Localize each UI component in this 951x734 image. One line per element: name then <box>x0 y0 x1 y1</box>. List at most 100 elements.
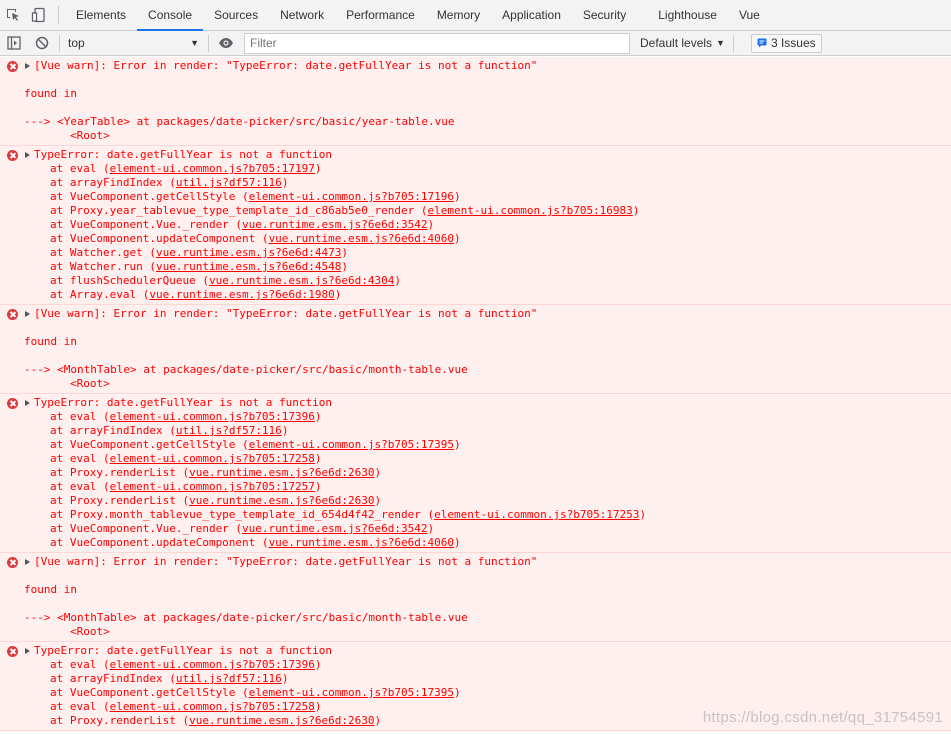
stack-frame: at VueComponent.getCellStyle (element-ui… <box>50 686 461 699</box>
tab-security[interactable]: Security <box>572 0 637 30</box>
error-icon <box>7 309 18 320</box>
devtools-tabbar: Elements Console Sources Network Performance… <box>0 0 951 31</box>
message-text: [Vue warn]: Error in render: "TypeError:… <box>34 307 538 320</box>
divider <box>732 34 734 52</box>
divider <box>208 34 209 52</box>
filter-input[interactable]: Filter <box>244 32 630 54</box>
message-text: TypeError: date.getFullYear is not a fun… <box>34 148 333 161</box>
stack-frame: at VueComponent.updateComponent (vue.run… <box>50 232 461 245</box>
source-link[interactable]: element-ui.common.js?b705:17253 <box>434 508 639 521</box>
stack-function: at VueComponent.getCellStyle <box>50 438 236 451</box>
stack-function: at Proxy.renderList <box>50 714 176 727</box>
stack-frame: at Proxy.month_tablevue_type_template_id… <box>50 508 647 521</box>
stack-function: at arrayFindIndex <box>50 672 163 685</box>
inspect-element-icon[interactable] <box>0 0 26 30</box>
error-icon <box>7 557 18 568</box>
source-link[interactable]: vue.runtime.esm.js?6e6d:2630 <box>189 714 374 727</box>
source-link[interactable]: element-ui.common.js?b705:17396 <box>110 410 315 423</box>
source-link[interactable]: element-ui.common.js?b705:17257 <box>110 480 315 493</box>
source-link[interactable]: vue.runtime.esm.js?6e6d:4548 <box>156 260 341 273</box>
stack-frame: at eval (element-ui.common.js?b705:17197… <box>50 162 322 175</box>
live-expression-eye-icon[interactable] <box>212 31 240 56</box>
tab-vue[interactable]: Vue <box>728 0 771 30</box>
source-link[interactable]: vue.runtime.esm.js?6e6d:4060 <box>269 536 454 549</box>
source-link[interactable]: vue.runtime.esm.js?6e6d:3542 <box>242 522 427 535</box>
stack-function: at eval <box>50 162 97 175</box>
stack-function: at Watcher.get <box>50 246 143 259</box>
stack-function: at eval <box>50 452 97 465</box>
source-link[interactable]: element-ui.common.js?b705:17395 <box>249 686 454 699</box>
stack-frame: at Proxy.renderList (vue.runtime.esm.js?… <box>50 494 382 507</box>
source-link[interactable]: vue.runtime.esm.js?6e6d:4304 <box>209 274 394 287</box>
issue-message-icon <box>757 38 767 48</box>
tab-lighthouse[interactable]: Lighthouse <box>647 0 728 30</box>
source-link[interactable]: vue.runtime.esm.js?6e6d:2630 <box>189 466 374 479</box>
expand-caret-icon[interactable] <box>25 152 30 158</box>
expand-caret-icon[interactable] <box>25 648 30 654</box>
stack-function: at eval <box>50 700 97 713</box>
source-link[interactable]: element-ui.common.js?b705:17258 <box>110 452 315 465</box>
error-icon <box>7 150 18 161</box>
stack-frame: at Proxy.year_tablevue_type_template_id_… <box>50 204 640 217</box>
expand-caret-icon[interactable] <box>25 559 30 565</box>
source-link[interactable]: util.js?df57:116 <box>176 176 282 189</box>
tab-memory[interactable]: Memory <box>426 0 491 30</box>
tab-network[interactable]: Network <box>269 0 335 30</box>
tab-sources[interactable]: Sources <box>203 0 269 30</box>
levels-label: Default levels <box>640 36 713 50</box>
clear-console-icon[interactable] <box>28 31 56 56</box>
error-icon <box>7 646 18 657</box>
stack-frame: at arrayFindIndex (util.js?df57:116) <box>50 672 289 685</box>
stack-frame: at VueComponent.Vue._render (vue.runtime… <box>50 218 435 231</box>
source-link[interactable]: vue.runtime.esm.js?6e6d:4473 <box>156 246 341 259</box>
stack-frame: at Proxy.renderList (vue.runtime.esm.js?… <box>50 466 382 479</box>
expand-caret-icon[interactable] <box>25 311 30 317</box>
log-levels-dropdown[interactable]: Default levels ▼ <box>640 36 725 50</box>
source-link[interactable]: element-ui.common.js?b705:17196 <box>249 190 454 203</box>
stack-function: at VueComponent.updateComponent <box>50 232 256 245</box>
context-value: top <box>68 36 85 50</box>
stack-frame: at VueComponent.getCellStyle (element-ui… <box>50 190 461 203</box>
found-in-text: found in <box>24 583 77 596</box>
source-link[interactable]: vue.runtime.esm.js?6e6d:1980 <box>149 288 334 301</box>
stack-function: at eval <box>50 658 97 671</box>
source-link[interactable]: element-ui.common.js?b705:17396 <box>110 658 315 671</box>
stack-frame: at Watcher.run (vue.runtime.esm.js?6e6d:… <box>50 260 349 273</box>
tab-console[interactable]: Console <box>137 0 204 31</box>
root-component: <Root> <box>70 377 110 390</box>
divider <box>59 34 60 52</box>
stack-function: at Proxy.year_tablevue_type_template_id_… <box>50 204 415 217</box>
stack-frame: at eval (element-ui.common.js?b705:17396… <box>50 410 322 423</box>
expand-caret-icon[interactable] <box>25 400 30 406</box>
stack-frame: at flushSchedulerQueue (vue.runtime.esm.… <box>50 274 402 287</box>
tab-performance[interactable]: Performance <box>335 0 426 30</box>
source-link[interactable]: vue.runtime.esm.js?6e6d:4060 <box>269 232 454 245</box>
source-link[interactable]: vue.runtime.esm.js?6e6d:3542 <box>242 218 427 231</box>
stack-frame: at eval (element-ui.common.js?b705:17258… <box>50 452 322 465</box>
source-link[interactable]: element-ui.common.js?b705:17395 <box>249 438 454 451</box>
issues-button[interactable]: 3 Issues <box>750 33 822 53</box>
source-link[interactable]: element-ui.common.js?b705:16983 <box>428 204 633 217</box>
filter-placeholder: Filter <box>250 36 277 50</box>
stack-function: at VueComponent.getCellStyle <box>50 686 236 699</box>
sidebar-toggle-icon[interactable] <box>0 31 28 56</box>
source-link[interactable]: util.js?df57:116 <box>176 424 282 437</box>
tab-elements[interactable]: Elements <box>65 0 137 30</box>
stack-function: at Watcher.run <box>50 260 143 273</box>
stack-function: at arrayFindIndex <box>50 176 163 189</box>
stack-function: at VueComponent.Vue._render <box>50 522 229 535</box>
source-link[interactable]: vue.runtime.esm.js?6e6d:2630 <box>189 494 374 507</box>
source-link[interactable]: element-ui.common.js?b705:17258 <box>110 700 315 713</box>
source-link[interactable]: util.js?df57:116 <box>176 672 282 685</box>
tab-application[interactable]: Application <box>491 0 572 30</box>
component-trace: ---> <YearTable> at packages/date-picker… <box>24 115 455 128</box>
stack-function: at VueComponent.Vue._render <box>50 218 229 231</box>
context-selector[interactable]: top ▼ <box>63 33 205 54</box>
expand-caret-icon[interactable] <box>25 63 30 69</box>
device-toolbar-icon[interactable] <box>26 0 52 30</box>
vue-warn-message: [Vue warn]: Error in render: "TypeError:… <box>0 553 951 642</box>
source-link[interactable]: element-ui.common.js?b705:17197 <box>110 162 315 175</box>
stack-function: at arrayFindIndex <box>50 424 163 437</box>
